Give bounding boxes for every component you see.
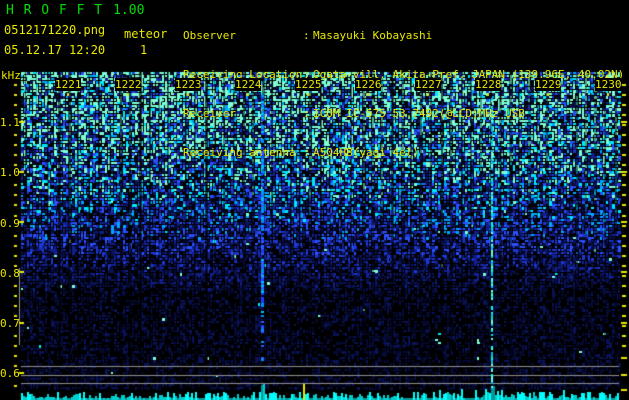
x-tick-1223: 1223 — [175, 78, 202, 91]
y-axis-unit-label: kHz — [1, 69, 21, 82]
info-row-antenna: Receiving antenna: A504HB(yagi 4el) — [183, 146, 624, 159]
info-row-receiver: Receiver: ICOM IC-575 53.7492(@LCD)MHz US… — [183, 107, 624, 120]
receiver-value: ICOM IC-575 53.7492(@LCD)MHz USB — [313, 107, 525, 120]
output-filename: 0512171220.png — [4, 23, 106, 37]
y-tick-0-6: 0.6 — [0, 367, 20, 380]
x-tick-1225: 1225 — [295, 78, 322, 91]
x-tick-1230: 1230 — [595, 78, 622, 91]
x-tick-1227: 1227 — [415, 78, 442, 91]
x-tick-1221: 1221 — [55, 78, 82, 91]
x-tick-1222: 1222 — [115, 78, 142, 91]
y-tick-0-9: 0.9 — [0, 217, 20, 230]
antenna-value: A504HB(yagi 4el) — [313, 146, 419, 159]
receiver-label: Receiver — [183, 107, 236, 120]
mode-label: meteor — [124, 27, 168, 41]
x-tick-1229: 1229 — [535, 78, 562, 91]
y-tick-1-1: 1.1 — [0, 116, 20, 129]
x-tick-1226: 1226 — [355, 78, 382, 91]
y-tick-0-7: 0.7 — [0, 317, 20, 330]
colon: : — [303, 107, 310, 120]
observer-label: Observer — [183, 29, 236, 42]
x-tick-1224: 1224 — [235, 78, 262, 91]
antenna-label: Receiving antenna — [183, 146, 296, 159]
y-tick-1-0: 1.0 — [0, 166, 20, 179]
hrofft-screen: { "header": { "title": "H R O F F T", "v… — [0, 0, 629, 400]
timestamp: 05.12.17 12:20 — [4, 43, 106, 57]
info-row-observer: Observer: Masayuki Kobayashi — [183, 29, 624, 42]
app-title-row: H R O F F T 1.00 — [6, 3, 144, 18]
y-tick-0-8: 0.8 — [0, 267, 20, 280]
app-title: H R O F F T — [6, 3, 104, 18]
x-tick-1228: 1228 — [475, 78, 502, 91]
observer-value: Masayuki Kobayashi — [313, 29, 433, 42]
meteor-count: 1 — [140, 43, 148, 57]
colon: : — [303, 29, 310, 42]
app-version: 1.00 — [113, 3, 145, 18]
colon: : — [303, 146, 310, 159]
